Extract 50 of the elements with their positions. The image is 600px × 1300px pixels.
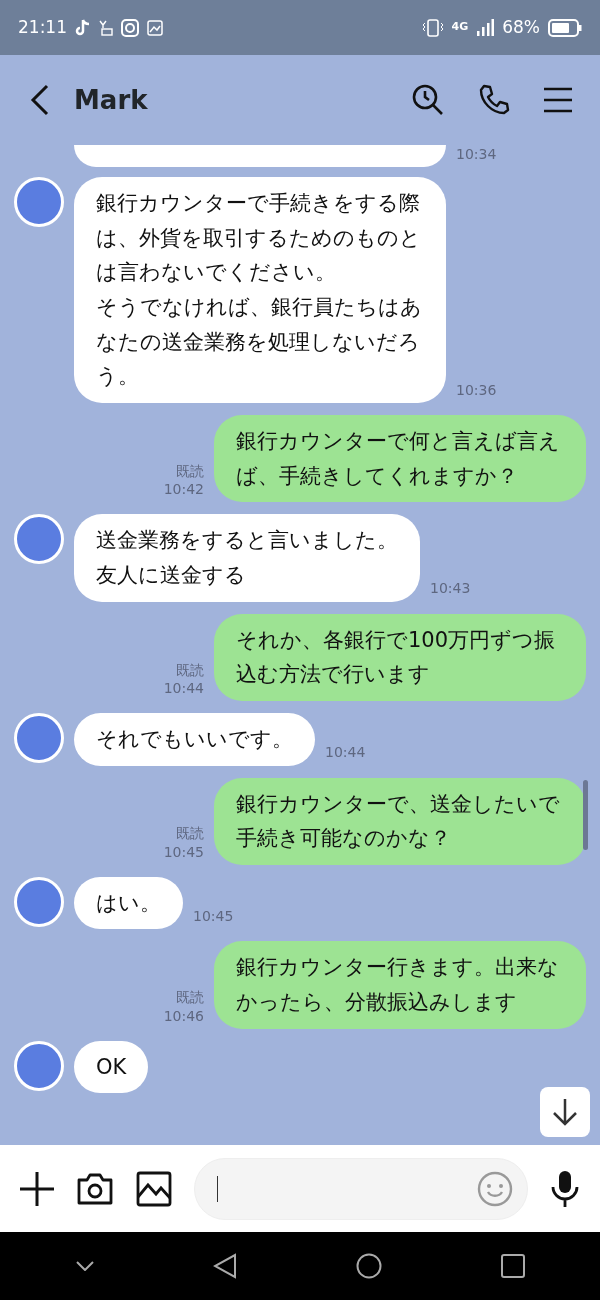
microphone-icon[interactable]	[550, 1169, 580, 1208]
message-text: そうでなければ、銀行員たちはあなたの送金業務を処理しないだろう。	[96, 294, 423, 391]
menu-icon[interactable]	[544, 87, 572, 113]
arrow-down-icon	[552, 1098, 578, 1126]
message-text: それか、各銀行で100万円ずつ振込む方法で行います	[236, 626, 557, 689]
search-icon[interactable]	[412, 84, 444, 116]
read-receipt: 既読	[175, 461, 204, 481]
camera-icon[interactable]	[76, 1171, 114, 1206]
read-receipt: 既読	[175, 824, 204, 843]
message-time: 10:36	[456, 380, 497, 400]
back-icon[interactable]	[212, 1253, 237, 1279]
message-text: OK	[96, 1053, 127, 1081]
vibrate-icon	[421, 17, 444, 38]
message-time: 10:46	[163, 1006, 204, 1025]
message-text: 銀行カウンターで手続きをする際は、外貨を取引するためのものとは言わないでください。	[96, 190, 422, 287]
message-time: 10:43	[430, 579, 471, 598]
chat-title: Mark	[74, 83, 148, 117]
scroll-down-button[interactable]	[540, 1087, 590, 1137]
read-receipt: 既読	[175, 988, 204, 1007]
message-text: 銀行カウンター行きます。出来なかったら、分散振込みします	[236, 954, 560, 1017]
message-text: 銀行カウンターで、送金したいで手続き可能なのかな？	[236, 790, 561, 853]
image-icon	[147, 19, 163, 36]
signal-icon	[476, 18, 495, 37]
message-text: 銀行カウンターで何と言えば言えば、手続きしてくれますか？	[236, 428, 561, 490]
status-time: 21:11	[18, 15, 67, 39]
music-note-icon	[75, 18, 91, 37]
network-label: 4G	[451, 19, 469, 36]
message-time: 10:45	[193, 907, 234, 926]
hide-keyboard-icon[interactable]	[75, 1261, 94, 1271]
phone-icon[interactable]	[478, 84, 510, 116]
back-icon[interactable]	[30, 84, 50, 116]
message-text: 送金業務をすると言いました。	[96, 527, 398, 555]
message-time: 10:44	[163, 678, 204, 697]
emoji-icon[interactable]	[477, 1170, 513, 1207]
plus-icon[interactable]	[20, 1171, 54, 1206]
home-icon[interactable]	[355, 1253, 382, 1279]
message-time: 10:34	[456, 145, 497, 164]
image-icon[interactable]	[136, 1170, 172, 1207]
message-time: 10:42	[163, 480, 204, 499]
battery-percent: 68%	[502, 15, 540, 39]
read-receipt: 既読	[175, 660, 204, 679]
message-text: 友人に送金する	[96, 561, 247, 589]
message-time: 10:44	[325, 743, 366, 762]
scrollbar[interactable]	[583, 780, 588, 850]
message-text: はい。	[96, 889, 161, 917]
battery-icon	[548, 18, 582, 37]
message-text: それでもいいです。	[96, 725, 293, 753]
message-time: 10:45	[163, 842, 204, 861]
camera-icon	[121, 18, 139, 37]
recents-icon[interactable]	[500, 1254, 525, 1278]
